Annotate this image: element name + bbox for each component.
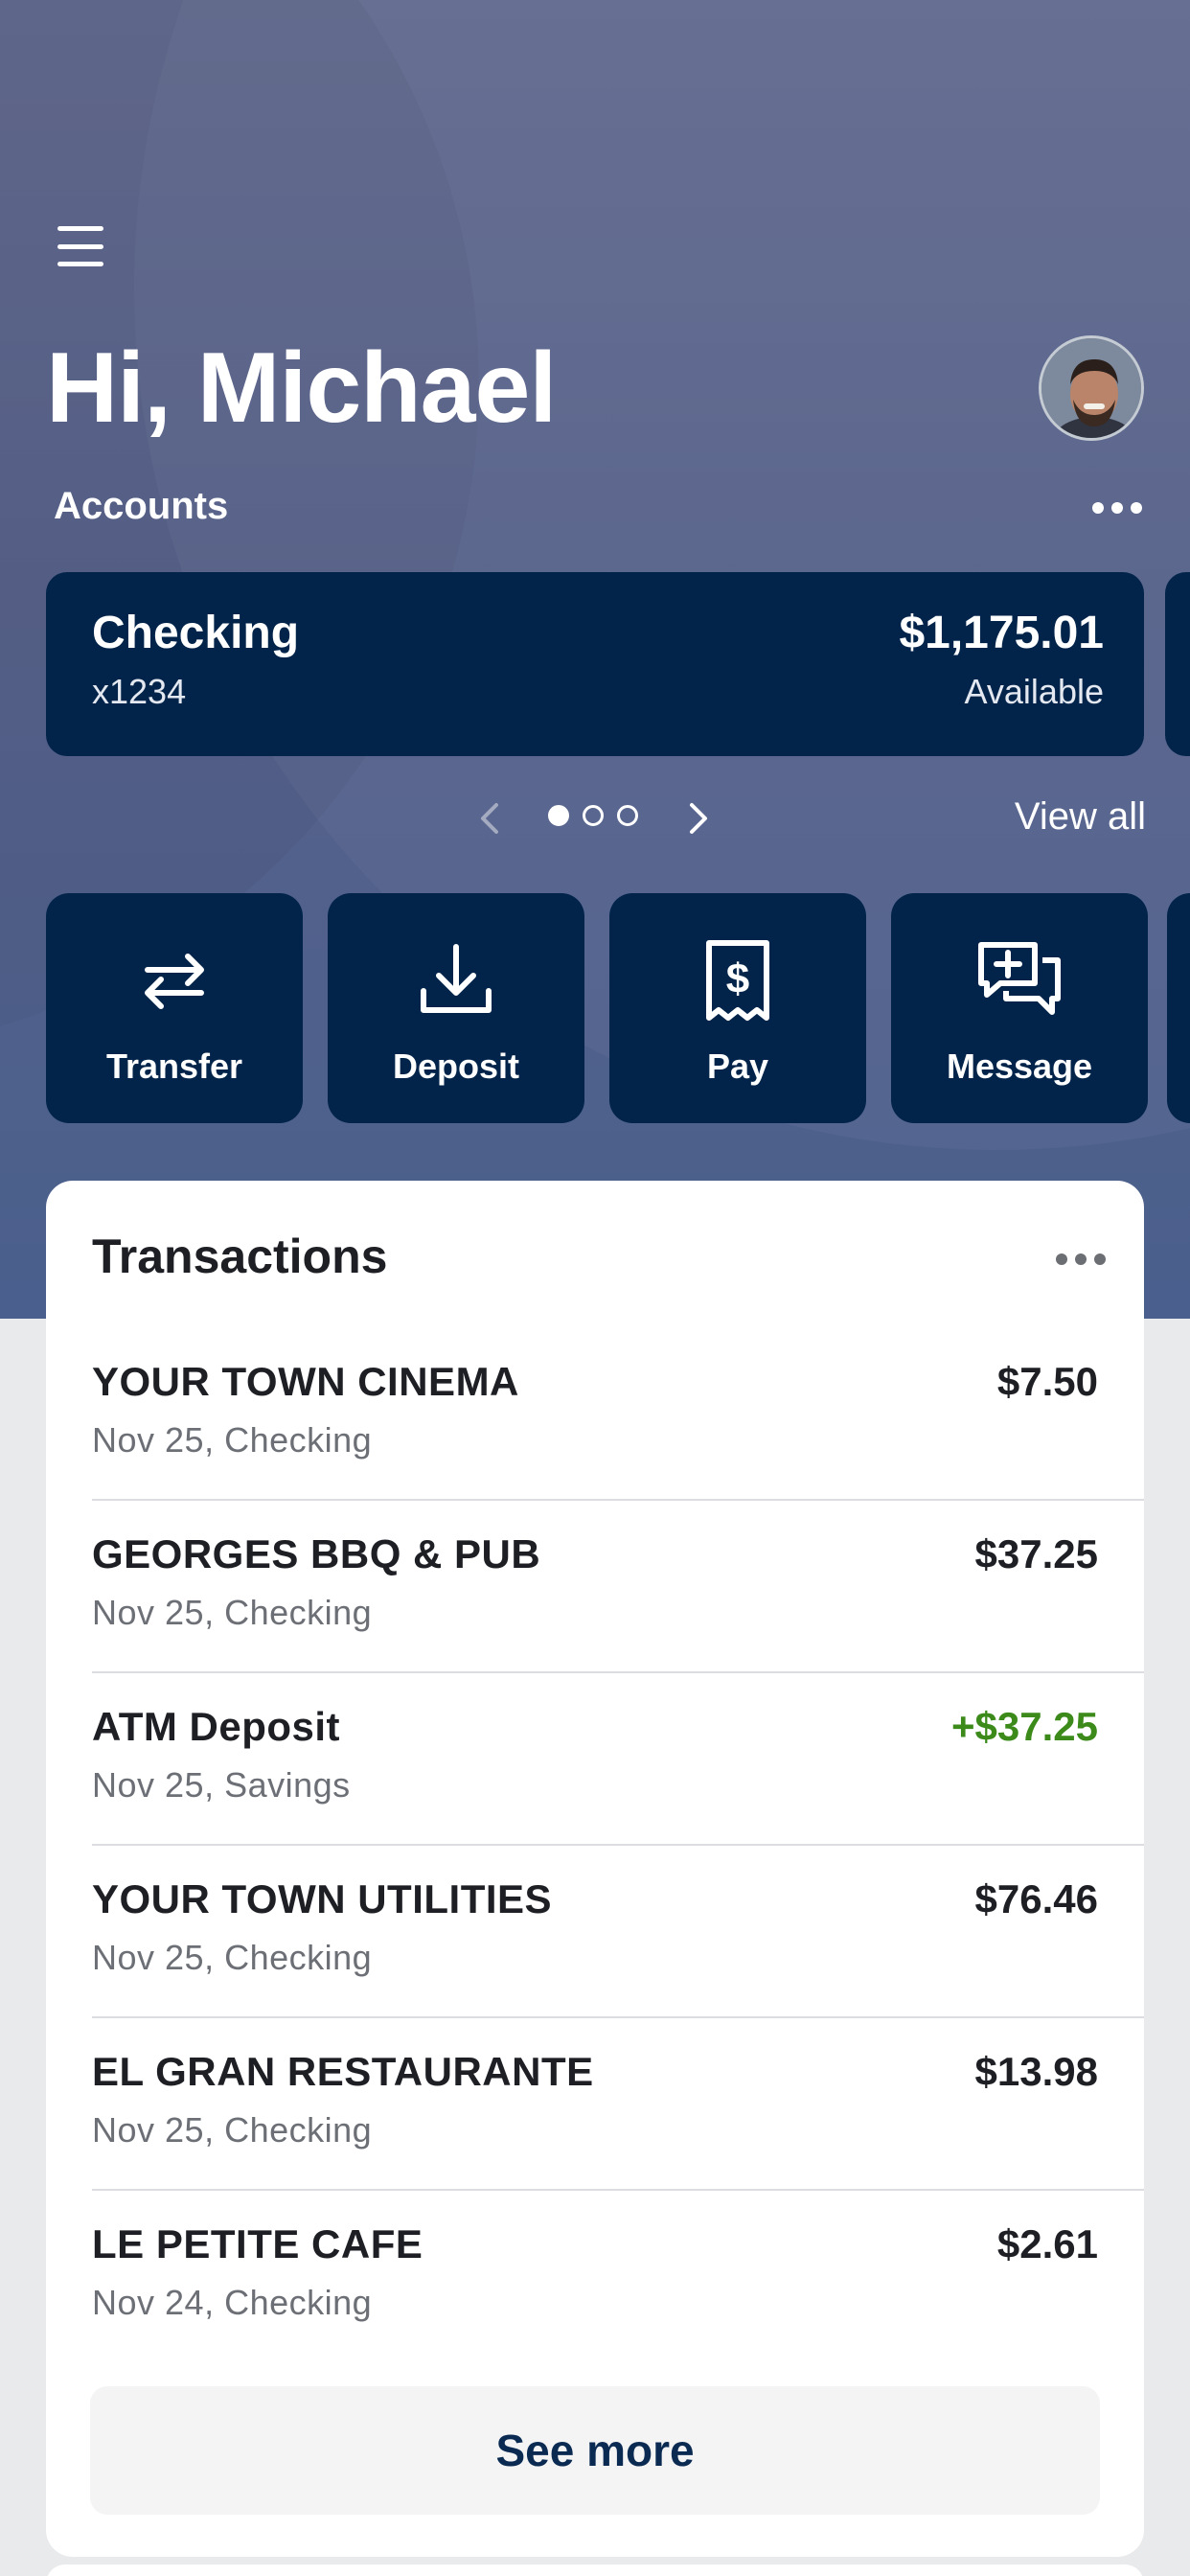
transaction-amount: $2.61	[996, 2221, 1098, 2266]
transaction-amount: $76.46	[974, 1876, 1098, 1921]
svg-text:$: $	[726, 955, 749, 1002]
transactions-title: Transactions	[92, 1230, 388, 1283]
transfer-icon	[145, 954, 204, 1009]
transaction-meta: Nov 25, Checking	[92, 1420, 373, 1460]
transaction-meta: Nov 25, Checking	[92, 2110, 373, 2150]
deposit-icon	[421, 944, 492, 1013]
transaction-row[interactable]: GEORGES BBQ & PUB Nov 25, Checking $37.2…	[92, 1501, 1144, 1673]
transaction-amount: $13.98	[974, 2049, 1098, 2094]
menu-icon[interactable]	[52, 222, 109, 270]
transaction-amount: $7.50	[996, 1359, 1098, 1404]
transaction-amount-credit: +$37.25	[951, 1704, 1098, 1749]
transaction-row[interactable]: LE PETITE CAFE Nov 24, Checking $2.61	[92, 2191, 1144, 2363]
next-action-tile[interactable]	[1167, 893, 1190, 1123]
transactions-more-icon[interactable]	[1056, 1254, 1106, 1265]
transaction-merchant: LE PETITE CAFE	[92, 2221, 423, 2266]
transaction-meta: Nov 25, Checking	[92, 1593, 373, 1632]
transaction-meta: Nov 25, Checking	[92, 1938, 373, 1977]
pay-bill-icon: $	[706, 940, 769, 1021]
next-account-card[interactable]	[1165, 572, 1190, 756]
deposit-button[interactable]: Deposit	[328, 893, 584, 1123]
transaction-merchant: EL GRAN RESTAURANTE	[92, 2049, 594, 2094]
pay-button[interactable]: $ Pay	[609, 893, 866, 1123]
account-card-checking[interactable]: Checking x1234 $1,175.01 Available	[46, 572, 1144, 756]
transfer-button[interactable]: Transfer	[46, 893, 303, 1123]
accounts-heading: Accounts	[54, 485, 229, 527]
account-number: x1234	[92, 672, 187, 711]
transactions-card: Transactions YOUR TOWN CINEMA Nov 25, Ch…	[46, 1181, 1144, 2557]
transaction-amount: $37.25	[974, 1531, 1098, 1576]
page-dot	[617, 805, 638, 826]
transaction-row[interactable]: YOUR TOWN CINEMA Nov 25, Checking $7.50	[92, 1328, 1144, 1501]
deposit-label: Deposit	[392, 1046, 519, 1086]
see-more-button[interactable]: See more	[90, 2386, 1100, 2515]
account-balance: $1,175.01	[899, 608, 1104, 658]
chevron-left-icon[interactable]	[471, 799, 510, 838]
transaction-merchant: ATM Deposit	[92, 1704, 341, 1749]
pay-label: Pay	[706, 1046, 769, 1086]
balance-label: Available	[964, 672, 1104, 711]
message-add-icon	[978, 942, 1061, 1015]
view-all-link[interactable]: View all	[1015, 795, 1146, 839]
greeting-title: Hi, Michael	[46, 333, 557, 444]
transaction-meta: Nov 24, Checking	[92, 2283, 373, 2322]
transaction-merchant: YOUR TOWN UTILITIES	[92, 1876, 553, 1921]
chevron-right-icon[interactable]	[678, 799, 717, 838]
accounts-more-icon[interactable]	[1092, 502, 1142, 514]
page-dot-active	[548, 805, 569, 826]
account-name: Checking	[92, 608, 300, 658]
transaction-merchant: GEORGES BBQ & PUB	[92, 1531, 541, 1576]
transaction-row[interactable]: EL GRAN RESTAURANTE Nov 25, Checking $13…	[92, 2018, 1144, 2191]
page-dot	[583, 805, 604, 826]
transaction-meta: Nov 25, Savings	[92, 1765, 351, 1805]
avatar[interactable]	[1039, 335, 1144, 441]
transaction-row[interactable]: ATM Deposit Nov 25, Savings +$37.25	[92, 1673, 1144, 1846]
transfer-label: Transfer	[105, 1046, 243, 1086]
transaction-merchant: YOUR TOWN CINEMA	[92, 1359, 519, 1404]
message-label: Message	[946, 1046, 1093, 1086]
next-section-card	[46, 2564, 1144, 2576]
transaction-row[interactable]: YOUR TOWN UTILITIES Nov 25, Checking $76…	[92, 1846, 1144, 2018]
message-button[interactable]: Message	[891, 893, 1148, 1123]
carousel-indicator	[548, 805, 638, 826]
